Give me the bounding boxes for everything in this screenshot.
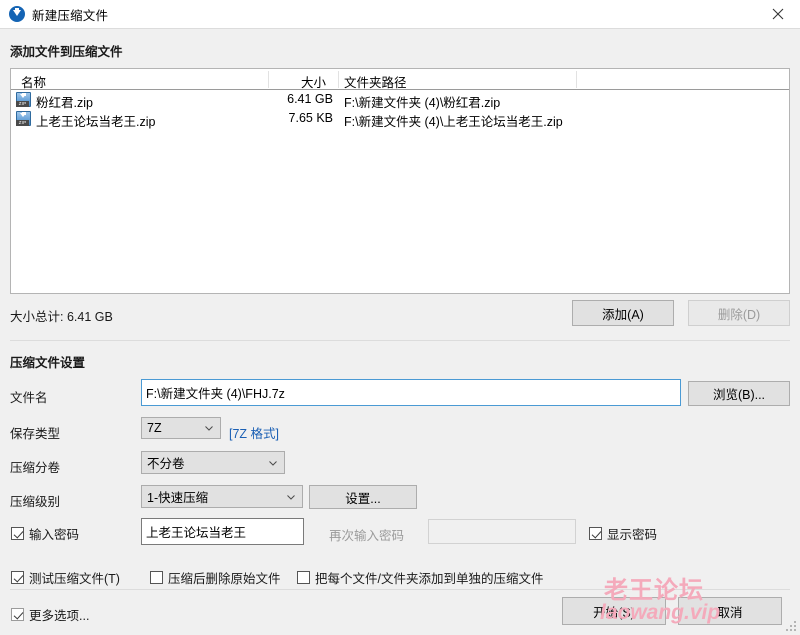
title-bar: 新建压缩文件 [0,0,800,29]
split-select[interactable]: 不分卷 [141,451,285,474]
show-password-checkbox[interactable]: 显示密码 [589,524,657,543]
password-checkbox-label: 输入密码 [29,528,80,542]
test-archive-checkbox[interactable]: 测试压缩文件(T) [11,568,120,587]
column-header-name[interactable]: 名称 [21,72,46,91]
file-size: 6.41 GB [287,92,333,106]
total-size-label: 大小总计: 6.41 GB [10,310,113,324]
save-type-label: 保存类型 [10,427,61,441]
zip-file-icon: ZIP [16,111,32,126]
checkbox-box [11,571,24,584]
divider [10,589,790,590]
save-type-select[interactable]: 7Z [141,417,221,439]
table-row[interactable]: ZIP 粉红君.zip 6.41 GB F:\新建文件夹 (4)\粉红君.zip [11,90,789,110]
chevron-down-icon [269,460,277,466]
separate-archives-checkbox[interactable]: 把每个文件/文件夹添加到单独的压缩文件 [297,568,543,587]
file-size: 7.65 KB [288,111,333,125]
column-header-size[interactable]: 大小 [301,72,326,91]
split-label: 压缩分卷 [10,461,61,475]
chevron-down-icon [287,494,295,500]
checkbox-box [11,527,24,540]
config-button[interactable]: 设置... [309,485,417,509]
chevron-down-icon [205,426,213,431]
show-password-checkbox-label: 显示密码 [607,528,658,542]
bandizip-icon [9,6,25,22]
more-options-checkbox-label: 更多选项... [29,609,90,623]
window-title: 新建压缩文件 [32,8,109,23]
column-separator[interactable] [576,71,577,88]
column-separator[interactable] [268,71,269,88]
remove-button: 删除(D) [688,300,790,326]
more-options-checkbox[interactable]: 更多选项... [11,605,89,624]
separate-archives-checkbox-label: 把每个文件/文件夹添加到单独的压缩文件 [315,572,544,586]
file-path: F:\新建文件夹 (4)\上老王论坛当老王.zip [344,115,563,129]
archive-settings-heading: 压缩文件设置 [10,356,86,370]
file-list-header: 名称 大小 文件夹路径 [11,69,789,90]
split-value: 不分卷 [147,457,185,471]
repeat-password-label: 再次输入密码 [329,529,405,543]
new-archive-dialog: 新建压缩文件 添加文件到压缩文件 名称 大小 文件夹路径 ZIP 粉红君.zip… [0,0,800,635]
browse-button[interactable]: 浏览(B)... [688,381,790,406]
repeat-password-input [428,519,576,544]
compression-level-select[interactable]: 1-快速压缩 [141,485,303,508]
checkbox-box [589,527,602,540]
compression-level-value: 1-快速压缩 [147,491,209,505]
divider [10,340,790,341]
column-separator[interactable] [338,71,339,88]
filename-label: 文件名 [10,391,48,405]
cancel-button[interactable]: 取消 [678,597,782,625]
format-link[interactable]: [7Z 格式] [229,423,279,442]
password-input[interactable]: 上老王论坛当老王 [141,518,304,545]
add-button[interactable]: 添加(A) [572,300,674,326]
close-button[interactable] [755,0,800,28]
password-checkbox[interactable]: 输入密码 [11,524,79,543]
start-button[interactable]: 开始(S) [562,597,666,625]
filename-input[interactable]: F:\新建文件夹 (4)\FHJ.7z [141,379,681,406]
table-row[interactable]: ZIP 上老王论坛当老王.zip 7.65 KB F:\新建文件夹 (4)\上老… [11,109,789,129]
checkbox-box [297,571,310,584]
column-header-path[interactable]: 文件夹路径 [344,72,407,91]
save-type-value: 7Z [147,421,162,435]
file-name: 上老王论坛当老王.zip [36,115,156,129]
test-archive-checkbox-label: 测试压缩文件(T) [29,572,120,586]
file-list[interactable]: 名称 大小 文件夹路径 ZIP 粉红君.zip 6.41 GB F:\新建文件夹… [10,68,790,294]
delete-source-checkbox-label: 压缩后删除原始文件 [168,572,281,586]
resize-grip[interactable] [786,621,797,632]
zip-file-icon: ZIP [16,92,32,107]
compression-level-label: 压缩级别 [10,495,61,509]
add-files-heading: 添加文件到压缩文件 [10,45,123,59]
checkbox-box [150,571,163,584]
checkbox-box [11,608,24,621]
delete-source-checkbox[interactable]: 压缩后删除原始文件 [150,568,281,587]
close-icon [772,8,783,20]
